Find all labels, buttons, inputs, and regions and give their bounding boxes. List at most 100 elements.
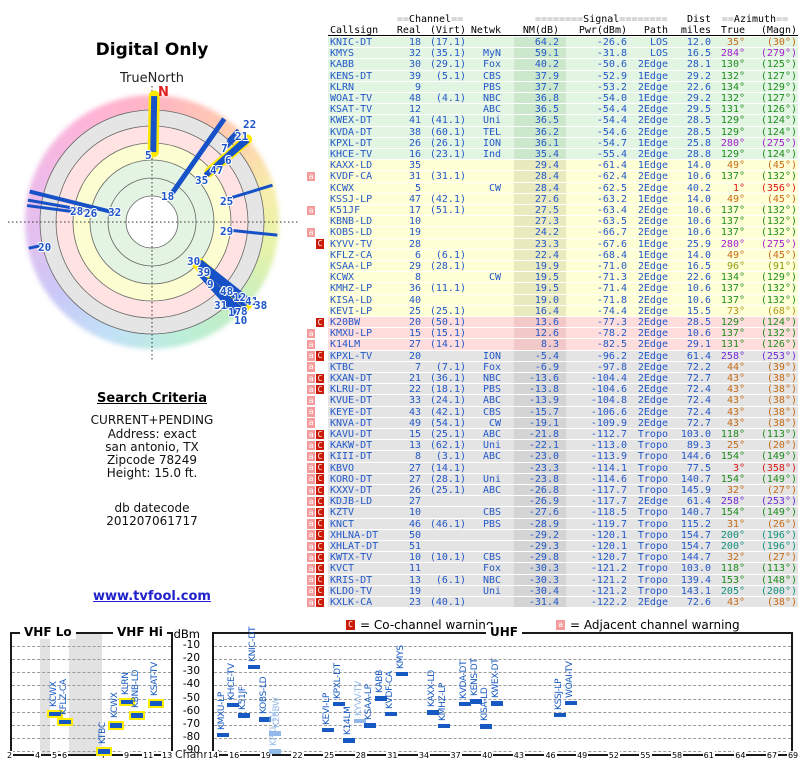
table-row: KRIS-DT 13 (6.1) NBC -30.3 -121.2 Tropo 139.4 15… — [328, 574, 798, 586]
network-cell: ABC — [482, 429, 501, 440]
distance-cell: 10.6 — [686, 216, 711, 228]
callsign-cell: KDJB-LD — [330, 496, 373, 508]
signal-bar-label-KFLZ-CA: KFLZ-CA — [59, 678, 69, 715]
real-channel-cell: 26 — [408, 485, 421, 496]
nm-db-cell: 13.6 — [534, 317, 559, 328]
real-channel-cell: 32 — [408, 48, 421, 60]
channel-tick-label: 28 — [354, 751, 367, 760]
true-azimuth-cell: 137° — [720, 171, 745, 183]
path-cell: Tropo — [637, 451, 668, 463]
power-dbm-cell: -63.2 — [596, 193, 627, 205]
table-row: KTBC 7 (7.1) Fox -6.9 -97.8 2Edge 72.2 44° (39°) — [328, 361, 798, 373]
callsign-cell: KHCE-TV — [330, 149, 373, 160]
adjacent-channel-flag: a — [307, 541, 315, 551]
callsign-cell: KAVU-DT — [330, 429, 373, 440]
distance-cell: 144.6 — [680, 451, 711, 463]
co-channel-flag: C — [316, 463, 324, 473]
callsign-cell: KPXL-TV — [330, 350, 373, 362]
magnetic-azimuth-cell: (38°) — [766, 417, 797, 429]
path-cell: 2Edge — [637, 59, 668, 71]
path-cell: 2Edge — [637, 294, 668, 306]
magnetic-azimuth-cell: (356°) — [760, 182, 797, 194]
distance-cell: 72.4 — [686, 395, 711, 407]
table-row: XHLNA-DT 50 -29.2 -120.1 Tropo 154.7 200° (196°… — [328, 529, 798, 541]
adjacent-channel-flag: a — [307, 597, 315, 607]
true-azimuth-cell: 200° — [720, 529, 745, 541]
nm-db-cell: 24.2 — [534, 227, 559, 239]
path-cell: 2Edge — [637, 317, 668, 328]
signal-bar-label-KABB: KABB — [374, 670, 385, 694]
power-dbm-cell: -31.8 — [596, 48, 627, 60]
true-azimuth-cell: 43° — [726, 406, 745, 418]
callsign-cell: WOAI-TV — [330, 93, 373, 104]
magnetic-azimuth-cell: (149°) — [760, 507, 797, 519]
signal-bar-label-KOBS-LD: KOBS-LD — [258, 677, 269, 715]
magnetic-azimuth-cell: (45°) — [766, 193, 797, 205]
path-cell: Tropo — [637, 462, 668, 474]
channel-tick-label: 49 — [576, 751, 589, 760]
table-row: KMHZ-LP 36 (11.1) 19.5 -71.4 2Edge 10.6 137° (13… — [328, 283, 798, 295]
dbm-gridline — [12, 659, 171, 661]
path-cell: 2Edge — [637, 149, 668, 160]
table-group-header: ========Signal======== — [535, 14, 668, 25]
power-dbm-cell: -121.2 — [590, 563, 627, 575]
magnetic-azimuth-cell: (279°) — [760, 48, 797, 60]
magnetic-azimuth-cell: (38°) — [766, 597, 797, 608]
nm-db-cell: 36.5 — [534, 115, 559, 127]
real-channel-cell: 13 — [408, 440, 421, 452]
path-cell: 1Edge — [637, 93, 668, 104]
path-cell: Tropo — [637, 518, 668, 530]
network-cell: ION — [482, 350, 501, 362]
adjacent-channel-flag: a — [307, 463, 315, 473]
network-cell: MyN — [482, 48, 501, 60]
network-cell: Uni — [482, 473, 501, 485]
callsign-cell: KEYE-DT — [330, 406, 373, 418]
real-channel-cell: 8 — [414, 272, 421, 284]
distance-cell: 29.2 — [686, 93, 711, 104]
adjacent-channel-flag: a — [307, 552, 315, 563]
real-channel-cell: 47 — [408, 193, 421, 205]
signal-bar-KEVI-LP — [321, 727, 334, 733]
path-cell: 2Edge — [637, 126, 668, 138]
callsign-cell: KORO-DT — [330, 473, 373, 485]
real-channel-cell: 31 — [408, 171, 421, 183]
co-channel-legend: = Co-channel warning — [360, 618, 494, 632]
adjacent-channel-badge: a — [556, 620, 565, 630]
true-azimuth-cell: 49° — [726, 193, 745, 205]
real-channel-cell: 50 — [408, 529, 421, 541]
power-dbm-cell: -113.9 — [590, 451, 627, 463]
distance-cell: 89.3 — [686, 440, 711, 452]
callsign-cell: KPXL-DT — [330, 137, 373, 149]
table-row: KEVI-LP 25 (25.1) 16.4 -74.4 2Edge 15.5 73° (68°… — [328, 305, 798, 317]
nm-db-cell: 59.1 — [534, 48, 559, 60]
table-row: KHCE-TV 16 (23.1) Ind 35.4 -55.4 2Edge 28.8 129°… — [328, 149, 798, 161]
distance-cell: 12.0 — [686, 37, 711, 48]
co-channel-flag: C — [316, 563, 324, 574]
network-cell: Fox — [482, 563, 501, 575]
distance-cell: 103.0 — [680, 563, 711, 575]
nm-db-cell: 19.5 — [534, 272, 559, 284]
path-cell: Tropo — [637, 552, 668, 564]
nm-db-cell: -6.9 — [534, 361, 559, 373]
nm-db-cell: -13.8 — [528, 384, 559, 396]
table-row: KMYS 32 (35.1) MyN 59.1 -31.8 LOS 16.5 284° (279°… — [328, 48, 798, 60]
signal-bar-KFLZ-CA — [59, 719, 71, 725]
true-azimuth-cell: 137° — [720, 294, 745, 306]
magnetic-azimuth-cell: (124°) — [760, 115, 797, 127]
path-cell: LOS — [649, 37, 668, 48]
power-dbm-cell: -120.1 — [590, 541, 627, 552]
callsign-cell: KXAN-DT — [330, 373, 373, 384]
channel-tick-label: 22 — [291, 751, 304, 760]
real-channel-cell: 46 — [408, 518, 421, 530]
signal-bar-label-KLRN: KLRN — [121, 671, 131, 695]
true-azimuth-cell: 44° — [726, 361, 745, 373]
power-dbm-cell: -120.1 — [590, 529, 627, 541]
adjacent-channel-flag: a — [307, 474, 315, 484]
path-cell: 2Edge — [637, 171, 668, 183]
nm-db-cell: -23.3 — [528, 462, 559, 474]
power-dbm-cell: -96.2 — [596, 350, 627, 362]
signal-bar-label-KMYS: KMYS — [395, 644, 406, 669]
path-cell: Tropo — [637, 574, 668, 586]
magnetic-azimuth-cell: (38°) — [766, 384, 797, 396]
signal-bar-KISA-LD — [480, 724, 493, 729]
